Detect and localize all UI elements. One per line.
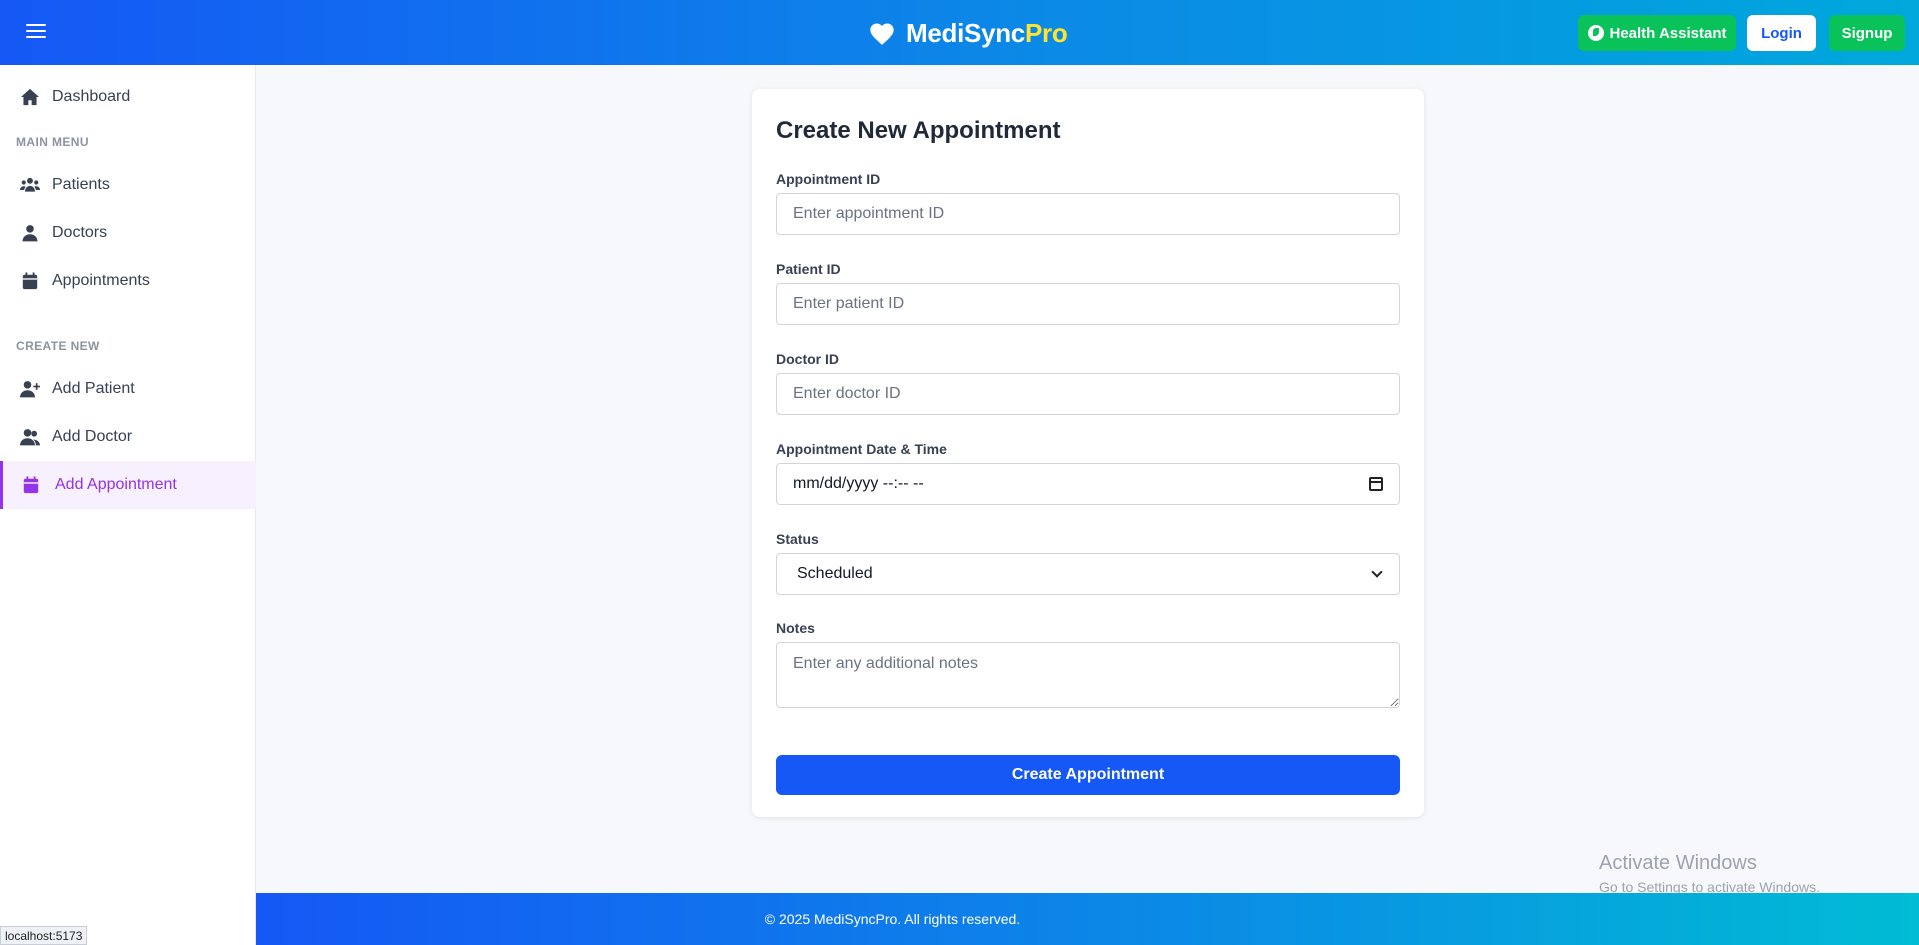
appointment-id-label: Appointment ID bbox=[776, 171, 881, 187]
users-icon bbox=[20, 177, 40, 192]
calendar-picker-icon[interactable] bbox=[1369, 477, 1383, 491]
sidebar-item-add-appointment[interactable]: Add Appointment bbox=[0, 461, 256, 509]
notes-label: Notes bbox=[776, 620, 815, 636]
sidebar-item-add-patient[interactable]: Add Patient bbox=[0, 365, 256, 413]
doctor-id-input[interactable] bbox=[776, 373, 1400, 415]
top-header: MediSyncPro Health Assistant Login Signu… bbox=[0, 0, 1919, 65]
patient-id-input[interactable] bbox=[776, 283, 1400, 325]
leaf-icon bbox=[1587, 25, 1604, 41]
sidebar-item-dashboard[interactable]: Dashboard bbox=[0, 73, 256, 121]
user-group-icon bbox=[20, 429, 40, 446]
hamburger-menu-icon[interactable] bbox=[24, 20, 48, 44]
user-icon bbox=[22, 225, 38, 242]
doctor-id-label: Doctor ID bbox=[776, 351, 839, 367]
status-selected-value: Scheduled bbox=[797, 565, 873, 582]
sidebar-item-add-doctor[interactable]: Add Doctor bbox=[0, 413, 256, 461]
patient-id-label: Patient ID bbox=[776, 261, 841, 277]
datetime-value: mm/dd/yyyy --:-- -- bbox=[793, 475, 924, 492]
home-icon bbox=[21, 88, 39, 106]
brand-name: MediSyncPro bbox=[906, 18, 1068, 48]
sidebar: Dashboard MAIN MENU Patients Doctors App… bbox=[0, 65, 256, 945]
sidebar-item-doctors[interactable]: Doctors bbox=[0, 209, 256, 257]
sidebar-item-patients[interactable]: Patients bbox=[0, 161, 256, 209]
create-appointment-card: Create New Appointment Appointment ID Pa… bbox=[752, 89, 1424, 817]
datetime-label: Appointment Date & Time bbox=[776, 441, 947, 457]
page-title: Create New Appointment bbox=[776, 117, 1061, 144]
health-assistant-button[interactable]: Health Assistant bbox=[1578, 15, 1736, 51]
notes-textarea[interactable] bbox=[776, 642, 1400, 708]
status-label: Status bbox=[776, 531, 819, 547]
calendar-icon bbox=[22, 272, 38, 290]
section-label-main-menu: MAIN MENU bbox=[16, 135, 89, 149]
status-bar-url: localhost:5173 bbox=[0, 926, 88, 945]
datetime-input[interactable]: mm/dd/yyyy --:-- -- bbox=[776, 463, 1400, 505]
status-select[interactable]: Scheduled bbox=[776, 553, 1400, 595]
login-button[interactable]: Login bbox=[1747, 15, 1816, 51]
sidebar-item-appointments[interactable]: Appointments bbox=[0, 257, 256, 305]
appointment-id-input[interactable] bbox=[776, 193, 1400, 235]
create-appointment-button[interactable]: Create Appointment bbox=[776, 755, 1400, 795]
watermark-title: Activate Windows bbox=[1599, 852, 1757, 874]
calendar-plus-icon bbox=[23, 476, 39, 494]
heart-icon bbox=[870, 23, 894, 45]
copyright-text: © 2025 MediSyncPro. All rights reserved. bbox=[764, 911, 1021, 927]
signup-button[interactable]: Signup bbox=[1829, 15, 1905, 51]
section-label-create-new: CREATE NEW bbox=[16, 339, 100, 353]
user-plus-icon bbox=[20, 381, 40, 398]
footer: © 2025 MediSyncPro. All rights reserved. bbox=[256, 893, 1919, 945]
brand-logo[interactable]: MediSyncPro bbox=[868, 18, 1068, 49]
chevron-down-icon bbox=[1371, 566, 1383, 578]
windows-activation-watermark: Activate Windows Go to Settings to activ… bbox=[1599, 852, 1820, 895]
